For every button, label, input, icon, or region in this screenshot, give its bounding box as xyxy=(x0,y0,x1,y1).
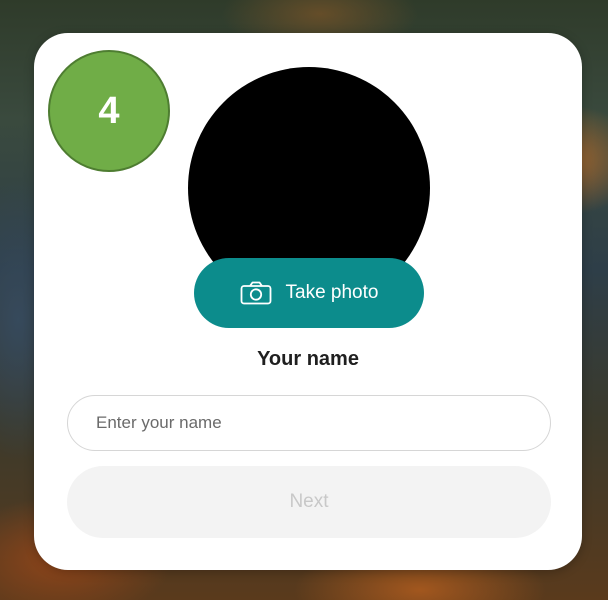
name-field-label: Your name xyxy=(257,348,359,370)
step-number-badge: 4 xyxy=(48,50,170,172)
take-photo-button[interactable]: Take photo xyxy=(194,258,424,328)
take-photo-label: Take photo xyxy=(285,282,379,303)
next-button-label: Next xyxy=(289,491,329,512)
camera-icon xyxy=(240,281,272,305)
next-button[interactable]: Next xyxy=(67,466,551,538)
name-input[interactable] xyxy=(67,395,551,451)
step-number: 4 xyxy=(98,89,120,132)
